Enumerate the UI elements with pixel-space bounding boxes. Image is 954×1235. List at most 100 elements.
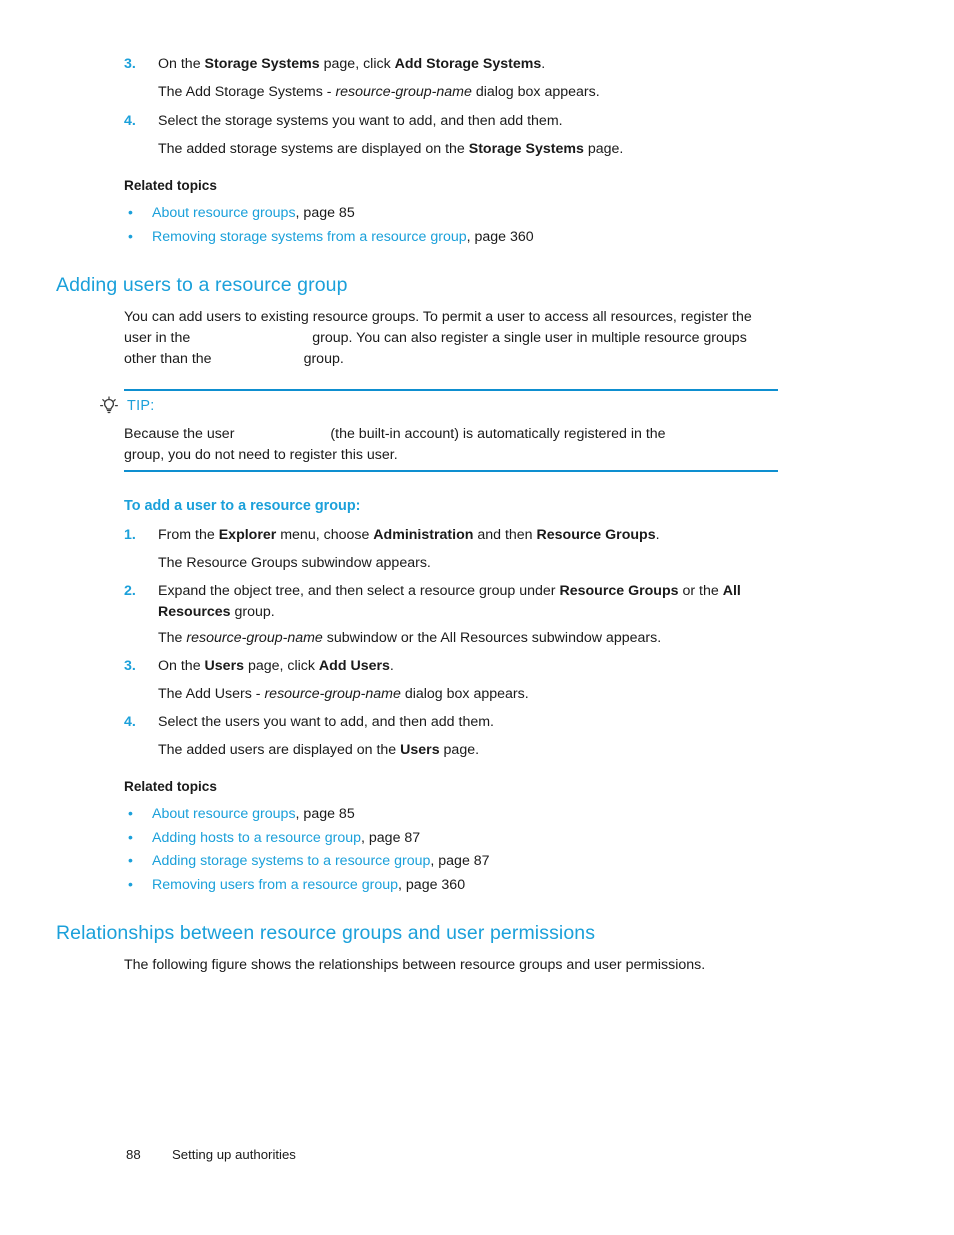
procedure-heading: To add a user to a resource group:: [124, 498, 361, 514]
list-item[interactable]: • Removing users from a resource group, …: [128, 877, 465, 893]
step-marker: 2.: [124, 583, 136, 599]
emphasis-bold: Add Storage Systems: [394, 56, 542, 72]
paragraph-line: user in the group. You can also register…: [124, 328, 814, 349]
lightbulb-icon: [99, 396, 119, 416]
section-heading-adding-users: Adding users to a resource group: [56, 274, 348, 296]
text-run: dialog box appears.: [471, 84, 600, 100]
text-run: page, click: [244, 658, 319, 674]
emphasis-bold: Explorer: [218, 527, 277, 543]
related-topics-heading-2: Related topics: [124, 779, 217, 794]
step-3-result: The Add Storage Systems - resource-group…: [158, 82, 858, 103]
step-3-storage-systems: 3. On the Storage Systems page, click Ad…: [124, 54, 824, 75]
step-marker: 1.: [124, 527, 136, 543]
step-4-result: The added storage systems are displayed …: [158, 139, 858, 160]
text-run: and then: [473, 527, 537, 543]
text-run: .: [655, 527, 660, 543]
redacted-gap: [234, 424, 330, 445]
text-run: group, you do not need to register this …: [124, 447, 398, 463]
text-run: page.: [583, 141, 624, 157]
text-run: group.: [230, 603, 275, 620]
tip-body: Because the user (the built-in account) …: [124, 424, 784, 466]
bullet-icon: •: [128, 876, 133, 892]
text-run: On the: [158, 56, 205, 72]
tip-bottom-rule: [124, 470, 778, 472]
related-topic-link[interactable]: Adding storage systems to a resource gro…: [152, 853, 490, 869]
bullet-icon: •: [128, 204, 133, 220]
bullet-icon: •: [128, 829, 133, 845]
emphasis-italic: resource-group-name: [335, 84, 472, 100]
step-text: Select the users you want to add, and th…: [158, 712, 824, 733]
footer-page-number: 88: [126, 1147, 141, 1162]
emphasis-bold: Resource Groups: [559, 583, 679, 599]
step-marker: 3.: [124, 658, 136, 674]
text-run: The Add Users -: [158, 686, 265, 702]
procedure-step-3: 3. On the Users page, click Add Users.: [124, 656, 824, 677]
text-run: group. You can also register a single us…: [312, 330, 747, 346]
text-run: subwindow or the All Resources subwindow…: [322, 630, 662, 646]
text-run: user in the: [124, 330, 191, 346]
section-heading-relationships: Relationships between resource groups an…: [56, 922, 596, 944]
related-topic-link[interactable]: About resource groups, page 85: [152, 806, 355, 822]
text-run: Because the user: [124, 426, 235, 442]
paragraph-line: other than the group.: [124, 349, 814, 370]
step-text: Expand the object tree, and then select …: [158, 581, 789, 622]
emphasis-bold: Storage Systems: [468, 141, 584, 157]
text-run: (the built-in account) is automatically …: [330, 426, 666, 442]
list-item[interactable]: • Adding hosts to a resource group, page…: [128, 830, 420, 846]
procedure-step-4: 4. Select the users you want to add, and…: [124, 712, 824, 733]
tip-top-rule: [124, 389, 778, 391]
step-text: Select the storage systems you want to a…: [158, 111, 824, 132]
list-item[interactable]: • About resource groups, page 85: [128, 806, 355, 822]
procedure-step-2: 2. Expand the object tree, and then sele…: [124, 581, 789, 622]
list-item[interactable]: • About resource groups, page 85: [128, 205, 355, 221]
procedure-step-4-result: The added users are displayed on the Use…: [158, 740, 858, 761]
emphasis-bold: Storage Systems: [204, 56, 320, 72]
document-page: 3. On the Storage Systems page, click Ad…: [0, 0, 954, 1235]
step-text: On the Storage Systems page, click Add S…: [158, 54, 824, 75]
step-4-select-storage: 4. Select the storage systems you want t…: [124, 111, 824, 132]
text-run: On the: [158, 658, 205, 674]
emphasis-bold: Resource Groups: [536, 527, 656, 543]
related-topic-link[interactable]: Removing storage systems from a resource…: [152, 229, 534, 245]
related-topic-link[interactable]: About resource groups, page 85: [152, 205, 355, 221]
text-run: Expand the object tree, and then select …: [158, 583, 560, 599]
list-item[interactable]: • Adding storage systems to a resource g…: [128, 853, 490, 869]
bullet-icon: •: [128, 805, 133, 821]
text-run: The Resource Groups subwindow appears.: [158, 555, 431, 571]
related-topics-heading-1: Related topics: [124, 178, 217, 193]
emphasis-bold: Add Users: [318, 658, 390, 674]
footer-section-title: Setting up authorities: [172, 1147, 296, 1162]
procedure-step-1-result: The Resource Groups subwindow appears.: [158, 553, 858, 574]
related-topic-link[interactable]: Removing users from a resource group, pa…: [152, 877, 465, 893]
related-topic-link[interactable]: Adding hosts to a resource group, page 8…: [152, 830, 420, 846]
paragraph-line: You can add users to existing resource g…: [124, 307, 814, 328]
text-run: Select the users you want to add, and th…: [158, 714, 494, 730]
tip-label: TIP:: [127, 398, 155, 414]
list-item[interactable]: • Removing storage systems from a resour…: [128, 229, 534, 245]
text-run: group.: [303, 351, 344, 367]
text-run: other than the: [124, 351, 212, 367]
text-run: or the: [678, 583, 723, 599]
text-run: .: [389, 658, 394, 674]
text-run: page, click: [319, 56, 395, 72]
text-run: menu, choose: [276, 527, 374, 543]
emphasis-bold: Users: [400, 742, 440, 758]
text-run: The added storage systems are displayed …: [158, 141, 469, 157]
bullet-icon: •: [128, 852, 133, 868]
text-run: You can add users to existing resource g…: [124, 309, 752, 325]
step-marker: 3.: [124, 56, 136, 72]
emphasis-bold: Users: [204, 658, 244, 674]
emphasis-bold: Administration: [373, 527, 474, 543]
section-relationships-paragraph: The following figure shows the relations…: [124, 957, 706, 973]
bullet-icon: •: [128, 228, 133, 244]
emphasis-italic: resource-group-name: [186, 630, 323, 646]
paragraph-line: group, you do not need to register this …: [124, 445, 784, 466]
step-marker: 4.: [124, 714, 136, 730]
emphasis-italic: resource-group-name: [264, 686, 401, 702]
paragraph-line: Because the user (the built-in account) …: [124, 424, 784, 445]
step-text: On the Users page, click Add Users.: [158, 656, 824, 677]
text-run: .: [541, 56, 546, 72]
section-adding-users-paragraph: You can add users to existing resource g…: [124, 307, 814, 370]
text-run: The: [158, 630, 187, 646]
text-run: The Add Storage Systems -: [158, 84, 336, 100]
